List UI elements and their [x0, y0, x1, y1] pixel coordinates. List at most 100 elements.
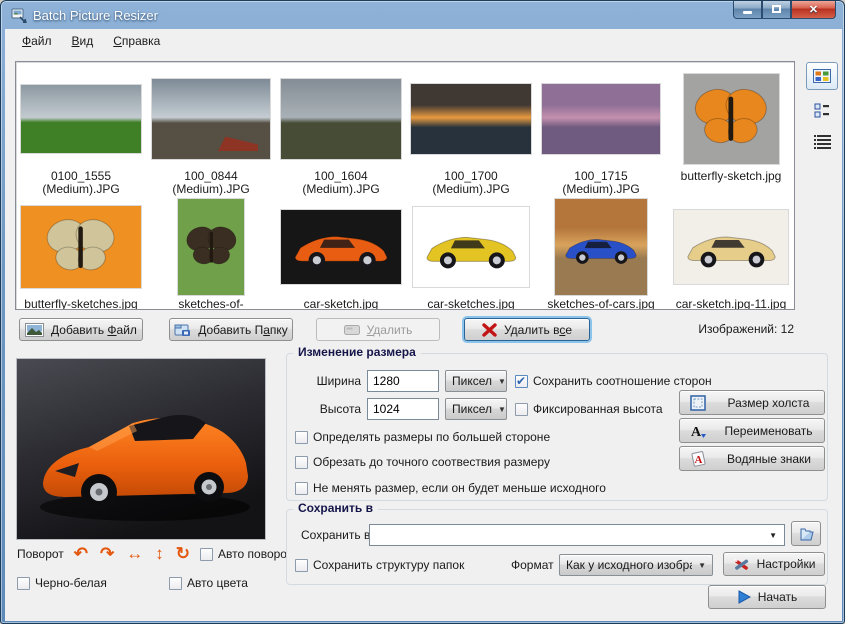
- thumbnail-filename[interactable]: butterfly-sketch.jpg: [681, 170, 782, 183]
- thumbnail-item[interactable]: sketches-of-butterflies.jpg: [146, 196, 276, 310]
- details-view-button[interactable]: [806, 129, 838, 153]
- watermark-button[interactable]: A Водяные знаки: [679, 446, 825, 471]
- fixed-height-box[interactable]: [515, 403, 528, 416]
- add-folder-button[interactable]: Добавить Папку: [169, 318, 293, 341]
- thumbnail-filename[interactable]: car-sketch.jpg-11.jpg: [676, 298, 787, 310]
- flip-vertical-icon[interactable]: ↕: [155, 546, 164, 562]
- save-to-input[interactable]: [370, 528, 762, 542]
- thumbnail-filename[interactable]: sketches-of-butterflies.jpg: [148, 298, 274, 310]
- width-unit-select[interactable]: Пиксел ▼: [445, 370, 507, 392]
- thumbnail-image[interactable]: [413, 207, 529, 287]
- thumbnail-item[interactable]: butterfly-sketches.jpg: [16, 196, 146, 310]
- thumbnail-filename[interactable]: 100_0844 (Medium).JPG: [148, 170, 274, 196]
- maximize-button[interactable]: [762, 0, 791, 19]
- thumbnail-item[interactable]: car-sketch.jpg: [276, 196, 406, 310]
- thumbnail-filename[interactable]: 0100_1555 (Medium).JPG: [18, 170, 144, 196]
- thumbnail-filename[interactable]: car-sketch.jpg: [304, 298, 379, 310]
- thumbnail-image[interactable]: [281, 210, 401, 284]
- thumbnail-item[interactable]: 100_1604 (Medium).JPG: [276, 68, 406, 196]
- auto-rotate-box[interactable]: [200, 548, 213, 561]
- canvas-size-button[interactable]: Размер холста: [679, 390, 825, 415]
- minimize-button[interactable]: [733, 0, 762, 19]
- flip-horizontal-icon[interactable]: ↔: [126, 546, 143, 562]
- format-select[interactable]: Как у исходного изображ ▼: [559, 554, 713, 576]
- thumbnail-filename[interactable]: 100_1715 (Medium).JPG: [538, 170, 664, 196]
- auto-colors-box[interactable]: [169, 577, 182, 590]
- rename-icon: A: [690, 423, 706, 439]
- rotate-toolbar: Поворот ↶↷↔↕↻ Авто поворот: [17, 546, 292, 562]
- no-upscale-box[interactable]: [295, 482, 308, 495]
- width-input[interactable]: [367, 370, 439, 392]
- thumbnail-filename[interactable]: 100_1700 (Medium).JPG: [408, 170, 534, 196]
- thumbnail-filename[interactable]: 100_1604 (Medium).JPG: [278, 170, 404, 196]
- rename-button[interactable]: A Переименовать: [679, 418, 825, 443]
- add-file-button[interactable]: Добавить Файл: [19, 318, 143, 341]
- fixed-height-checkbox[interactable]: Фиксированная высота: [515, 402, 663, 416]
- thumbnail-item[interactable]: 100_1715 (Medium).JPG: [536, 68, 666, 196]
- thumbnail-item[interactable]: 100_0844 (Medium).JPG: [146, 68, 276, 196]
- thumbnail-item[interactable]: car-sketch.jpg-11.jpg: [666, 196, 795, 310]
- height-input[interactable]: [367, 398, 439, 420]
- height-unit-select[interactable]: Пиксел ▼: [445, 398, 507, 420]
- grayscale-checkbox[interactable]: Черно-белая: [17, 576, 107, 590]
- thumbnail-item[interactable]: 100_1700 (Medium).JPG: [406, 68, 536, 196]
- thumbnail-filename[interactable]: butterfly-sketches.jpg: [24, 298, 137, 310]
- keep-structure-checkbox[interactable]: Сохранить структуру папок: [295, 558, 464, 572]
- thumbnail-image[interactable]: [21, 85, 141, 153]
- rotate-right-icon[interactable]: ↷: [100, 546, 114, 562]
- thumbnail-image[interactable]: [178, 199, 244, 295]
- grayscale-box[interactable]: [17, 577, 30, 590]
- no-upscale-checkbox[interactable]: Не менять размер, если он будет меньше и…: [295, 481, 606, 495]
- auto-colors-checkbox[interactable]: Авто цвета: [169, 576, 248, 590]
- images-count-label: Изображений: 12: [698, 322, 794, 336]
- keep-aspect-checkbox[interactable]: Сохранить соотношение сторон: [515, 374, 712, 388]
- resize-group: Изменение размера Ширина Пиксел ▼ Сохран…: [286, 353, 828, 501]
- by-larger-side-checkbox[interactable]: Определять размеры по большей стороне: [295, 430, 550, 444]
- thumbnail-item[interactable]: butterfly-sketch.jpg: [666, 68, 795, 196]
- thumbnail-filename[interactable]: sketches-of-cars.jpg: [547, 298, 654, 310]
- thumbnail-image[interactable]: [555, 199, 647, 295]
- save-to-combobox[interactable]: ▼: [369, 524, 785, 546]
- thumbnail-image[interactable]: [21, 206, 141, 288]
- thumbnail-item[interactable]: car-sketches.jpg: [406, 196, 536, 310]
- thumbnail-filename[interactable]: car-sketches.jpg: [427, 298, 514, 310]
- delete-label: Удалить: [367, 323, 413, 337]
- image-list-panel[interactable]: 0100_1555 (Medium).JPG100_0844 (Medium).…: [15, 61, 795, 310]
- by-larger-side-box[interactable]: [295, 431, 308, 444]
- title-bar[interactable]: Batch Picture Resizer ✕: [1, 1, 844, 29]
- thumbnail-image-wrap: [178, 200, 244, 294]
- rotate-180-icon[interactable]: ↻: [176, 546, 190, 562]
- height-label: Высота: [305, 402, 361, 416]
- settings-button[interactable]: Настройки: [723, 552, 825, 576]
- auto-rotate-checkbox[interactable]: Авто поворот: [200, 547, 292, 561]
- rotate-icons: ↶ ↷ ↔ ↕ ↻: [74, 546, 190, 562]
- thumbnails-view-button[interactable]: [806, 62, 838, 90]
- keep-aspect-box[interactable]: [515, 375, 528, 388]
- menu-file[interactable]: Файл: [13, 31, 61, 51]
- thumbnail-image[interactable]: [674, 210, 788, 284]
- menu-help[interactable]: Справка: [104, 31, 169, 51]
- list-view-button[interactable]: [806, 98, 838, 122]
- menu-view[interactable]: Вид: [63, 31, 103, 51]
- browse-folder-button[interactable]: [791, 521, 821, 546]
- rotate-left-icon[interactable]: ↶: [74, 546, 88, 562]
- thumbnail-item[interactable]: 0100_1555 (Medium).JPG: [16, 68, 146, 196]
- thumbnail-image[interactable]: [684, 74, 779, 164]
- thumbnail-image[interactable]: [411, 84, 531, 154]
- crop-exact-box[interactable]: [295, 456, 308, 469]
- keep-structure-box[interactable]: [295, 559, 308, 572]
- close-button[interactable]: ✕: [791, 0, 836, 19]
- list-view-icon: [814, 103, 830, 118]
- crop-exact-checkbox[interactable]: Обрезать до точного соотвествия размеру: [295, 455, 550, 469]
- thumbnail-image[interactable]: [281, 79, 401, 159]
- width-unit-value: Пиксел: [452, 374, 492, 388]
- delete-button[interactable]: Удалить: [316, 318, 440, 341]
- start-button[interactable]: Начать: [708, 585, 826, 609]
- thumbnail-image[interactable]: [542, 84, 660, 154]
- thumbnail-image[interactable]: [152, 79, 270, 159]
- delete-all-button[interactable]: Удалить все: [464, 318, 590, 341]
- thumbnail-item[interactable]: sketches-of-cars.jpg: [536, 196, 666, 310]
- chevron-down-icon[interactable]: ▼: [762, 531, 784, 540]
- menu-bar: Файл Вид Справка: [5, 29, 842, 52]
- start-icon: [737, 590, 751, 604]
